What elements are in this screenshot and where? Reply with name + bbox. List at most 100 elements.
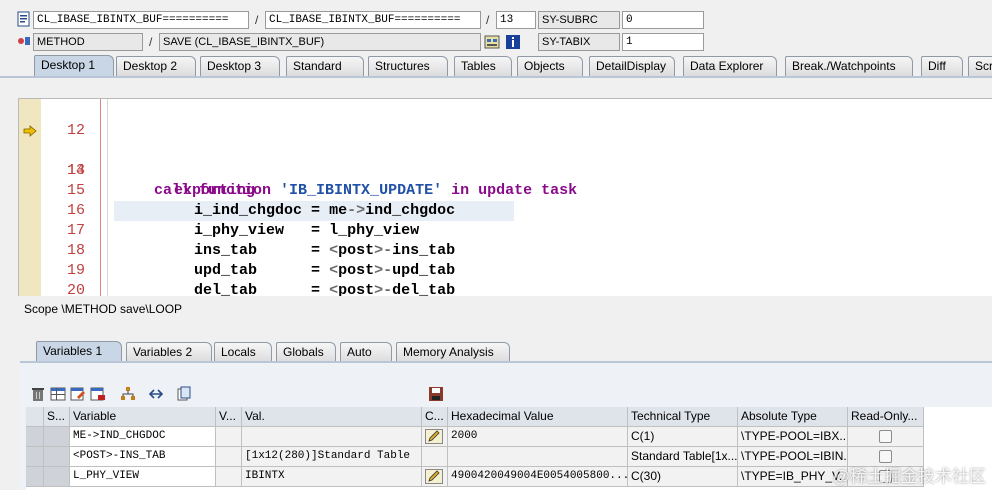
column-header-technical-type[interactable]: Technical Type (628, 407, 738, 427)
column-header-change[interactable]: C... (422, 407, 448, 427)
current-line-arrow-icon (23, 125, 37, 137)
code-line-15[interactable]: 15 i_ind_chgdoc = me->ind_chgdoc (19, 161, 992, 221)
row-status (44, 467, 70, 487)
method-icon (18, 37, 30, 45)
scope-label: Scope \METHOD save\LOOP (24, 302, 183, 316)
variables-tabbar: Variables 1 Variables 2 Locals Globals A… (0, 341, 992, 363)
row-status (44, 447, 70, 467)
table-delete-icon[interactable] (90, 386, 106, 402)
column-header-variable[interactable]: Variable (70, 407, 216, 427)
code-line-18[interactable]: 18 upd_tab = <post>-upd_tab (19, 221, 992, 279)
display-source-icon[interactable] (484, 34, 500, 50)
tab-tables[interactable]: Tables (454, 56, 512, 76)
sysvar-tabix-label: SY-TABIX (538, 33, 620, 51)
value-cell (242, 427, 422, 447)
variable-name-cell[interactable]: <POST>-INS_TAB (70, 447, 216, 467)
tab-auto[interactable]: Auto (340, 342, 392, 362)
event-name-field: SAVE (CL_IBASE_IBINTX_BUF) (159, 33, 481, 51)
hierarchy-icon[interactable] (120, 386, 136, 402)
row-selector[interactable] (26, 467, 44, 487)
watermark: @稀土掘金技术社区 (832, 467, 986, 486)
variable-name-cell[interactable]: L_PHY_VIEW (70, 467, 216, 487)
column-header-selector (26, 407, 44, 427)
table-icon[interactable] (50, 386, 66, 402)
code-line-19[interactable]: 19 del_tab = <post>-del_tab (19, 241, 992, 296)
source-code-editor[interactable]: 12 13 call function 'IB_IBINTX_UPDATE' i… (18, 98, 992, 296)
column-header-hex[interactable]: Hexadecimal Value (448, 407, 628, 427)
technical-type-cell: Standard Table[1x... (628, 447, 738, 467)
absolute-type-cell: \TYPE=IB_PHY_V... (738, 467, 848, 487)
code-line-14[interactable]: 14 exporting (19, 141, 992, 199)
code-line-20[interactable]: 20 old_tab = <post>-old_tab. (19, 261, 992, 296)
separator: / (486, 13, 490, 27)
absolute-type-cell: \TYPE-POOL=IBIN... (738, 447, 848, 467)
class-field[interactable]: CL_IBASE_IBINTX_BUF========== (33, 11, 249, 29)
sysvar-subrc-value[interactable]: 0 (622, 11, 704, 29)
event-type-field: METHOD (33, 33, 143, 51)
tab-divider (0, 76, 992, 78)
separator: / (255, 13, 259, 27)
v-cell (216, 427, 242, 447)
code-line-12[interactable]: 12 (19, 101, 992, 139)
tab-structures[interactable]: Structures (368, 56, 448, 76)
sysvar-subrc-label: SY-SUBRC (538, 11, 620, 29)
pencil-icon[interactable] (425, 429, 443, 444)
change-cell[interactable] (422, 427, 448, 447)
tab-standard[interactable]: Standard (286, 56, 364, 76)
delete-icon[interactable] (30, 386, 46, 402)
v-cell (216, 467, 242, 487)
technical-type-cell: C(1) (628, 427, 738, 447)
column-header-read-only[interactable]: Read-Only... (848, 407, 924, 427)
tab-globals[interactable]: Globals (276, 342, 336, 362)
desktop-tabbar: Desktop 1 Desktop 2 Desktop 3 Standard S… (0, 55, 992, 78)
code-line-13[interactable]: 13 call function 'IB_IBINTX_UPDATE' in u… (19, 121, 992, 199)
column-header-value[interactable]: Val. (242, 407, 422, 427)
tab-locals[interactable]: Locals (214, 342, 272, 362)
program-icon (17, 11, 30, 27)
tab-desktop-1[interactable]: Desktop 1 (34, 55, 114, 77)
copy-icon[interactable] (176, 386, 192, 402)
tab-memory-analysis[interactable]: Memory Analysis (396, 342, 510, 362)
hex-cell: 4900420049004E0054005800... (448, 467, 628, 487)
read-only-cell (848, 427, 924, 447)
line-number-field[interactable]: 13 (496, 11, 536, 29)
column-header-status[interactable]: S... (44, 407, 70, 427)
navigate-icon[interactable] (148, 386, 164, 402)
tab-data-explorer[interactable]: Data Explorer (683, 56, 777, 76)
tab-desktop-3[interactable]: Desktop 3 (200, 56, 280, 76)
tab-detail-display[interactable]: DetailDisplay (589, 56, 675, 76)
sysvar-tabix-value[interactable]: 1 (622, 33, 704, 51)
tab-desktop-2[interactable]: Desktop 2 (116, 56, 196, 76)
variable-name-cell[interactable]: ME->IND_CHGDOC (70, 427, 216, 447)
hex-cell (448, 447, 628, 467)
tab-breakpoints-watchpoints[interactable]: Break./Watchpoints (785, 56, 913, 76)
column-header-absolute-type[interactable]: Absolute Type (738, 407, 848, 427)
code-line-21[interactable]: 21 - endloop. (19, 281, 992, 296)
change-cell (422, 447, 448, 467)
hex-cell: 2000 (448, 427, 628, 447)
technical-type-cell: C(30) (628, 467, 738, 487)
row-selector[interactable] (26, 447, 44, 467)
save-icon[interactable] (428, 386, 444, 402)
tab-variables-1[interactable]: Variables 1 (36, 341, 122, 363)
tab-variables-2[interactable]: Variables 2 (126, 342, 212, 362)
tab-script[interactable]: Scr (968, 56, 992, 76)
row-status (44, 427, 70, 447)
pencil-icon[interactable] (425, 469, 443, 484)
row-selector[interactable] (26, 427, 44, 447)
code-line-17[interactable]: 17 ins_tab = <post>-ins_tab (19, 201, 992, 259)
column-header-v[interactable]: V... (216, 407, 242, 427)
value-cell: [1x12(280)]Standard Table (242, 447, 422, 467)
code-line-16[interactable]: 16 i_phy_view = l_phy_view (19, 181, 992, 239)
separator: / (149, 35, 153, 49)
program-field[interactable]: CL_IBASE_IBINTX_BUF========== (265, 11, 481, 29)
value-cell: IBINTX (242, 467, 422, 487)
info-icon[interactable] (505, 34, 521, 50)
absolute-type-cell: \TYPE-POOL=IBX... (738, 427, 848, 447)
read-only-checkbox[interactable] (879, 430, 892, 443)
change-cell[interactable] (422, 467, 448, 487)
v-cell (216, 447, 242, 467)
table-edit-icon[interactable] (70, 386, 86, 402)
tab-objects[interactable]: Objects (517, 56, 583, 76)
tab-diff[interactable]: Diff (921, 56, 963, 76)
